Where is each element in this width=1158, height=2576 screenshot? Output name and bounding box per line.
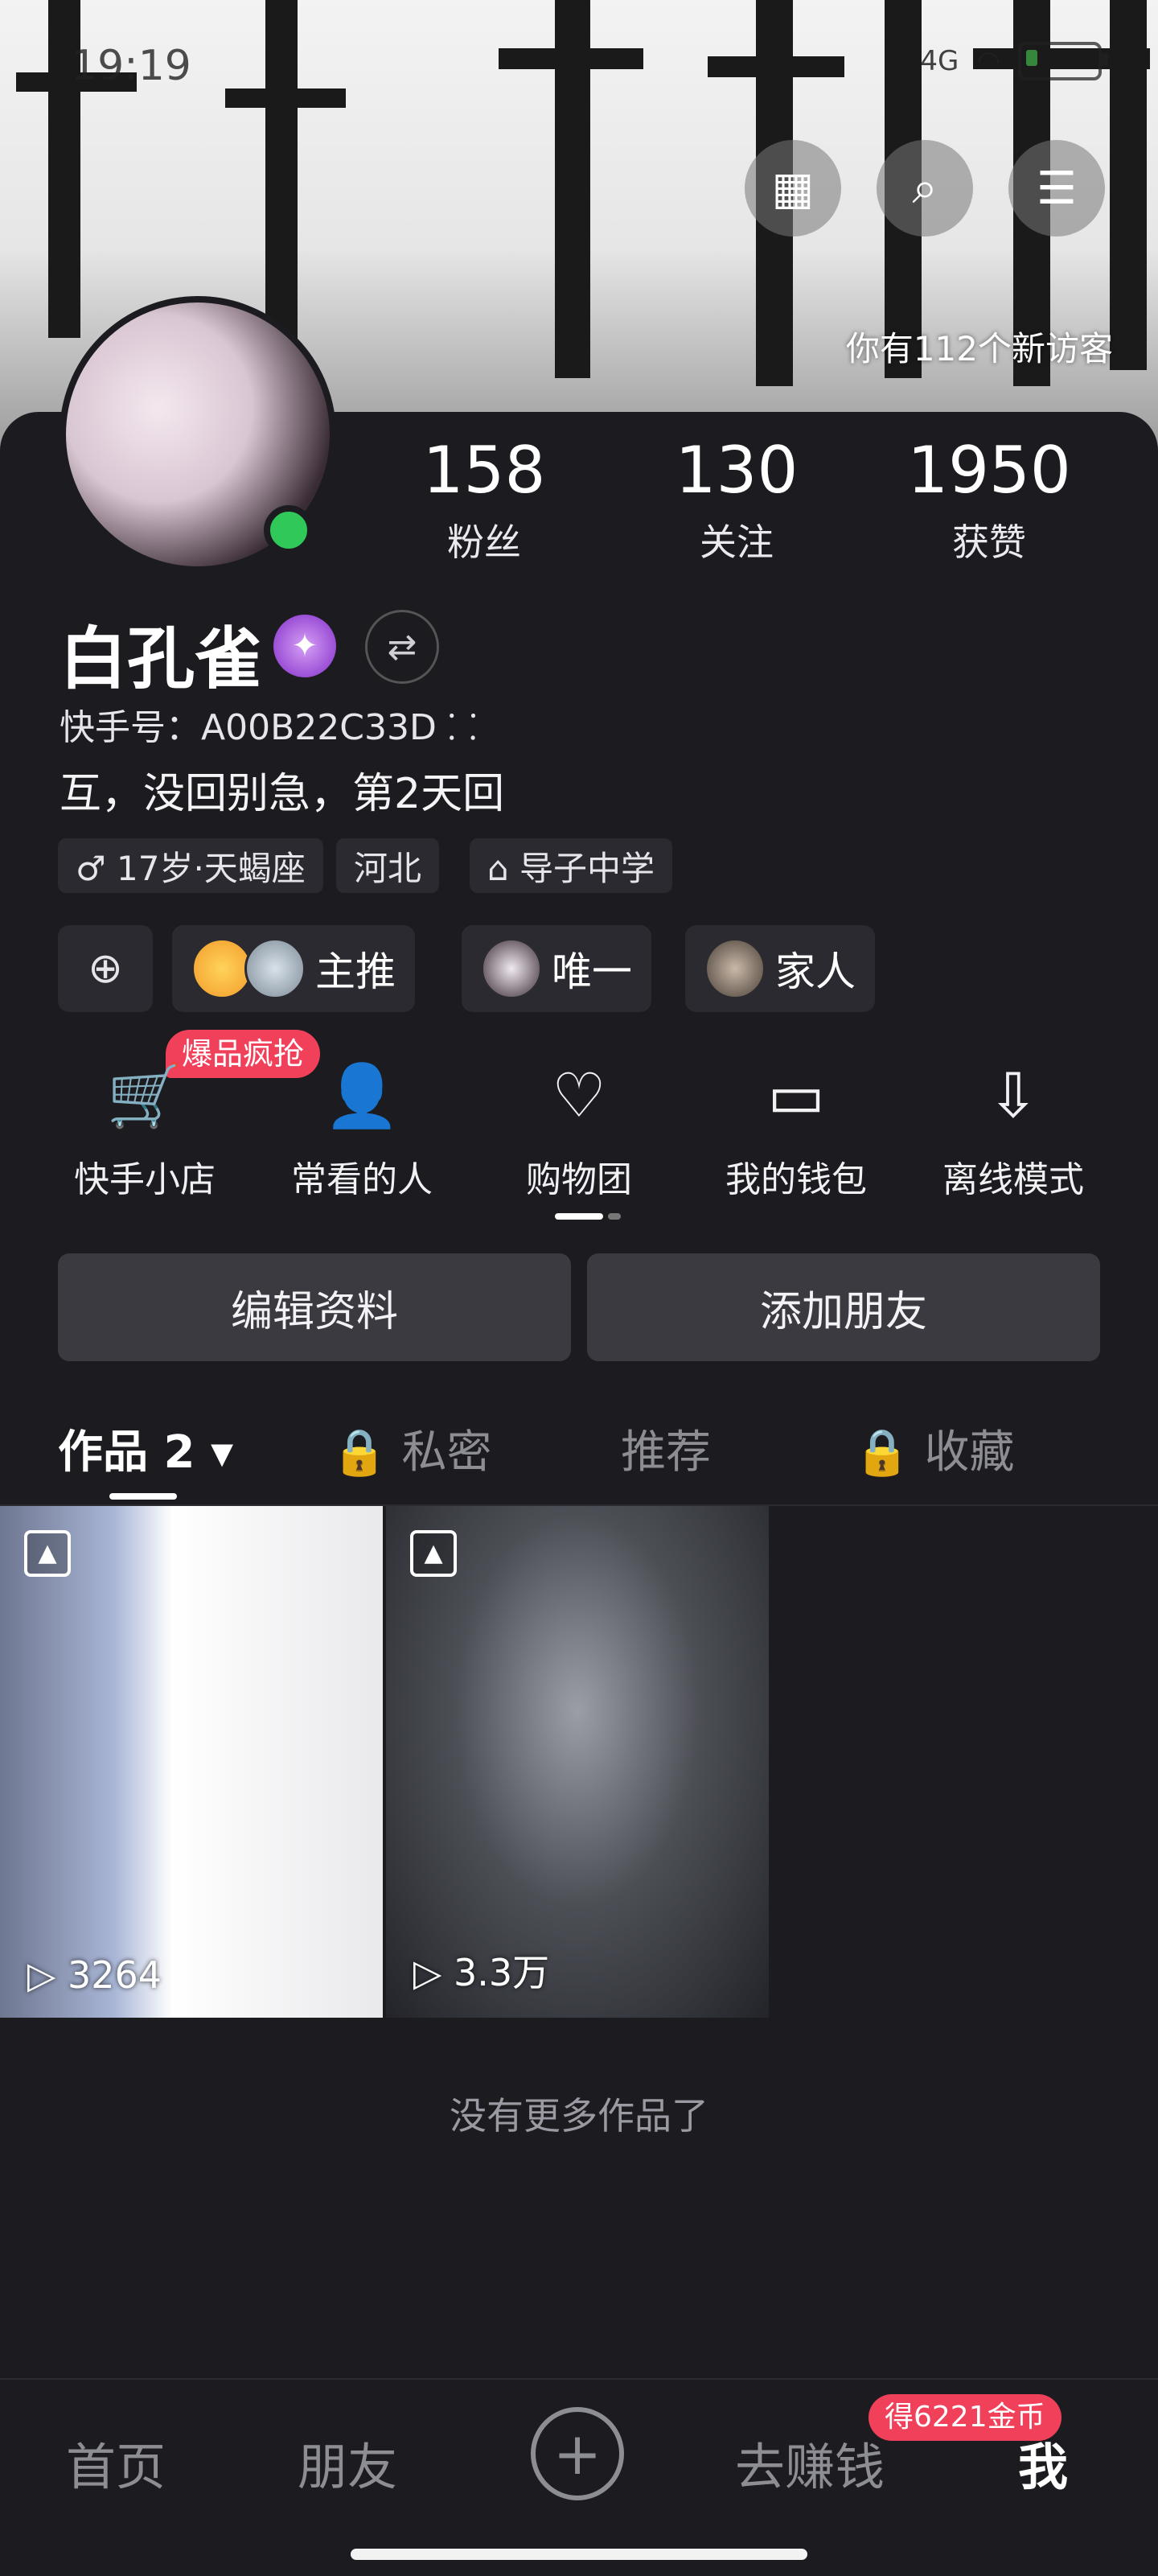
tool-shopping-group[interactable]: ♡ 购物团 xyxy=(491,1059,667,1202)
add-user-icon: ⊕ xyxy=(88,944,123,993)
stat-fans[interactable]: 158 粉丝 xyxy=(380,434,589,566)
circle-avatar xyxy=(481,938,542,999)
status-time: 19:19 xyxy=(71,42,191,90)
nav-me[interactable]: 我 xyxy=(1018,2426,1068,2499)
new-visitors-link[interactable]: 你有112个新访客 xyxy=(846,322,1113,371)
tools-pager-inactive xyxy=(608,1213,621,1220)
switch-account-icon[interactable]: ⇄ xyxy=(365,610,439,684)
tool-label: 购物团 xyxy=(526,1159,632,1200)
tool-label: 我的钱包 xyxy=(725,1159,867,1200)
tab-favorites[interactable]: 🔒 收藏 xyxy=(854,1416,1015,1481)
tab-recommend[interactable]: 推荐 xyxy=(621,1416,711,1481)
calendar-button[interactable]: ▦ xyxy=(745,140,841,237)
plus-icon: + xyxy=(552,2420,602,2488)
status-bar: 19:19 4G ◠ 11 xyxy=(0,0,1158,129)
no-more-works: 没有更多作品了 xyxy=(450,2094,708,2138)
tools-pager-active xyxy=(555,1213,603,1220)
fans-label: 粉丝 xyxy=(447,521,521,564)
status-icons: 4G ◠ 11 xyxy=(920,42,1108,80)
tab-active-indicator xyxy=(109,1493,177,1500)
tool-label: 常看的人 xyxy=(291,1159,433,1200)
play-count: ▷ 3264 xyxy=(27,1953,162,1997)
online-status-dot xyxy=(264,505,314,555)
image-post-icon: ▲ xyxy=(410,1530,457,1577)
cart-icon: 🛒 xyxy=(106,1060,183,1131)
image-post-icon: ▲ xyxy=(24,1530,71,1577)
circle-avatar xyxy=(191,938,253,999)
tab-private[interactable]: 🔒 私密 xyxy=(331,1416,492,1481)
battery-icon xyxy=(1018,42,1108,80)
cloud-download-icon: ⇩ xyxy=(988,1060,1039,1131)
tool-offline-mode[interactable]: ⇩ 离线模式 xyxy=(925,1059,1102,1202)
calendar-icon: ▦ xyxy=(771,162,815,215)
verified-badge-icon[interactable]: ✦ xyxy=(273,615,336,677)
stat-following[interactable]: 130 关注 xyxy=(632,434,841,566)
tool-wallet[interactable]: ▭ 我的钱包 xyxy=(708,1059,885,1202)
menu-button[interactable]: ☰ xyxy=(1008,140,1105,237)
circle-zhutui[interactable]: 主推 xyxy=(172,925,415,1012)
tag-age[interactable]: ♂ 17岁·天蝎座 xyxy=(58,838,323,893)
profile-name: 白孔雀 xyxy=(60,619,263,698)
circle-avatar xyxy=(704,938,766,999)
heart-group-icon: ♡ xyxy=(551,1060,607,1131)
tag-school[interactable]: ⌂ 导子中学 xyxy=(470,838,673,893)
fans-count: 158 xyxy=(422,433,546,508)
wifi-icon: ◠ xyxy=(976,45,1000,77)
work-thumbnail[interactable]: ▲ ▷ 3264 xyxy=(0,1506,383,2018)
nav-friends[interactable]: 朋友 xyxy=(298,2426,397,2499)
nav-home[interactable]: 首页 xyxy=(66,2426,166,2499)
work-thumbnail[interactable]: ▲ ▷ 3.3万 xyxy=(386,1506,769,2018)
wallet-icon: ▭ xyxy=(767,1060,825,1131)
following-label: 关注 xyxy=(700,521,774,564)
following-count: 130 xyxy=(675,433,799,508)
tool-kuaishou-shop[interactable]: 🛒 快手小店 xyxy=(56,1059,233,1202)
tab-works[interactable]: 作品 2 ▾ xyxy=(58,1416,233,1481)
search-icon: ⌕ xyxy=(912,162,938,214)
tag-location[interactable]: 河北 xyxy=(336,838,440,893)
create-post-button[interactable]: + xyxy=(531,2407,624,2500)
circle-jiaren[interactable]: 家人 xyxy=(685,925,875,1012)
stat-likes[interactable]: 1950 获赞 xyxy=(885,434,1094,566)
nav-earn[interactable]: 去赚钱 xyxy=(735,2426,885,2499)
home-indicator xyxy=(351,2549,807,2560)
circle-label: 唯一 xyxy=(552,949,632,995)
likes-label: 获赞 xyxy=(952,521,1026,564)
circle-weiyi[interactable]: 唯一 xyxy=(462,925,651,1012)
circle-label: 家人 xyxy=(775,949,856,995)
menu-icon: ☰ xyxy=(1036,162,1078,215)
play-count: ▷ 3.3万 xyxy=(413,1951,550,1994)
tool-label: 离线模式 xyxy=(942,1159,1084,1200)
circle-avatar xyxy=(244,938,306,999)
edit-profile-button[interactable]: 编辑资料 xyxy=(58,1253,571,1361)
tool-label: 快手小店 xyxy=(74,1159,216,1200)
kuaishou-id[interactable]: 快手号：A00B22C33D ⸬ xyxy=(60,698,477,750)
add-contact-button[interactable]: ⊕ xyxy=(58,925,153,1012)
bottom-nav: 首页 朋友 + 去赚钱 得6221金币 我 xyxy=(0,2378,1158,2576)
user-clock-icon: 👤 xyxy=(323,1060,400,1131)
profile-bio: 互，没回别急，第2天回 xyxy=(60,770,505,818)
add-friend-button[interactable]: 添加朋友 xyxy=(587,1253,1100,1361)
search-button[interactable]: ⌕ xyxy=(877,140,973,237)
network-label: 4G xyxy=(920,45,959,77)
tool-frequent-people[interactable]: 👤 常看的人 xyxy=(273,1059,450,1202)
circle-label: 主推 xyxy=(315,949,396,995)
likes-count: 1950 xyxy=(907,433,1071,508)
